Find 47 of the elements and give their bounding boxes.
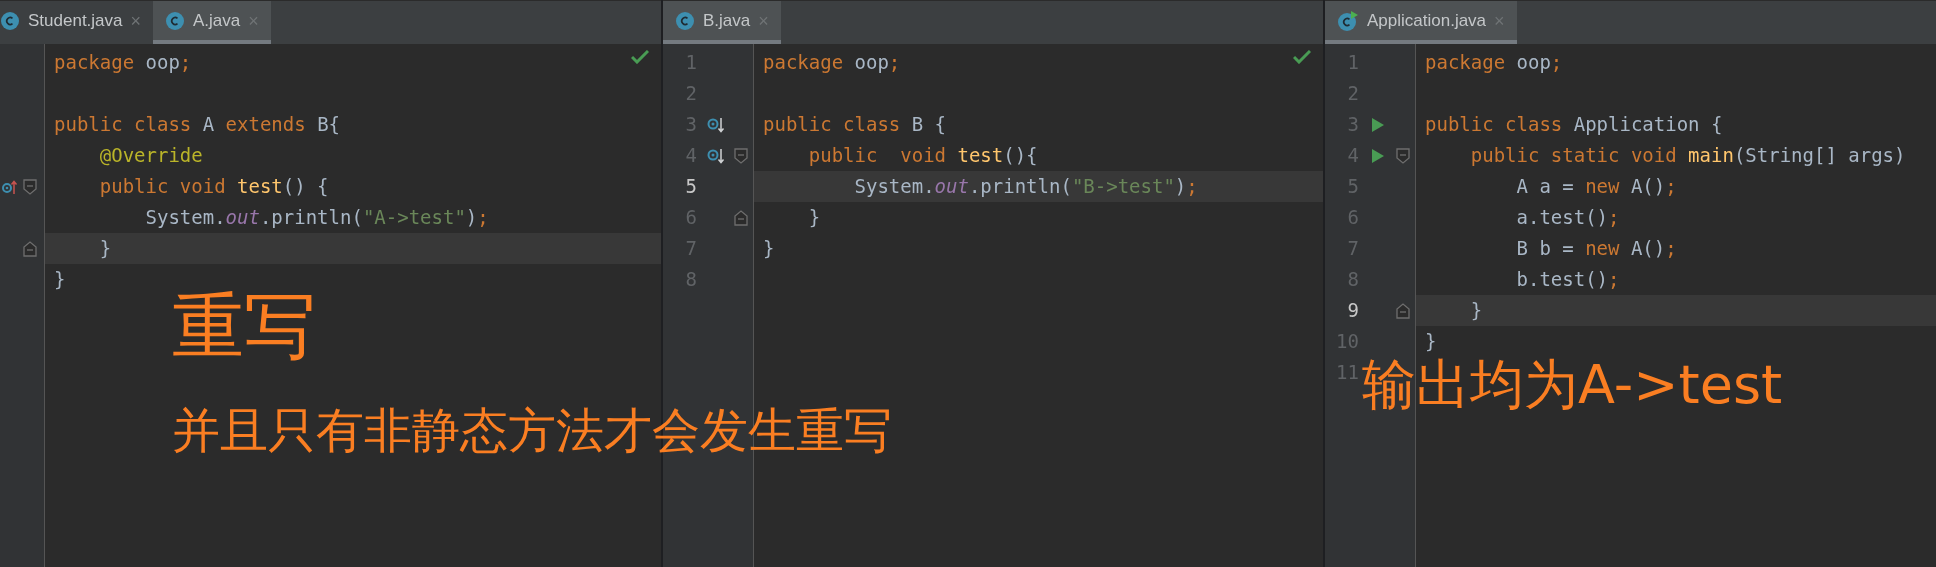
code-line: package oop; [1425, 50, 1563, 76]
code-line: public class A extends B{ [54, 112, 340, 138]
code-line: } [763, 236, 775, 262]
class-icon [675, 10, 695, 31]
code-line: public class B { [763, 112, 947, 138]
code-line: B b = new A(); [1515, 236, 1677, 262]
check-icon[interactable] [631, 50, 649, 64]
code-line: A a = new A(); [1515, 174, 1677, 200]
code-line: public void test() { [98, 174, 329, 200]
code-line: } [1469, 298, 1483, 324]
code-line: } [1425, 329, 1437, 355]
fold-icon[interactable] [1396, 147, 1410, 164]
class-icon [165, 10, 186, 31]
fold-icon[interactable] [1396, 302, 1410, 319]
annotation-text: 并且只有非静态方法才会发生重写 [172, 406, 892, 454]
code-line: } [98, 236, 112, 262]
code-line: b.test(); [1515, 267, 1620, 293]
code-line: } [54, 267, 66, 293]
run-icon[interactable] [1371, 147, 1385, 164]
fold-icon[interactable] [734, 209, 748, 226]
editor-tab[interactable]: B.java × [663, 1, 781, 44]
runnable-class-icon [1337, 9, 1359, 32]
code-line: public class Application { [1425, 112, 1723, 138]
annotation-text: 输出均为A->test [1362, 358, 1783, 412]
line-number: 5 [684, 174, 698, 200]
code-line: System.out.println("B->test"); [853, 174, 1198, 200]
annotation-text: 重写 [172, 290, 316, 362]
editor-tab[interactable]: Application.java × [1325, 1, 1517, 44]
overridden-method-icon[interactable] [707, 146, 725, 165]
code-line: a.test(); [1515, 205, 1620, 231]
code-line: package oop; [763, 50, 901, 76]
run-icon[interactable] [1371, 116, 1385, 133]
overrides-method-icon[interactable] [2, 178, 18, 195]
code-line: @Override [98, 143, 203, 169]
line-number: 9 [1346, 298, 1360, 324]
fold-icon[interactable] [23, 240, 37, 257]
overridden-method-icon[interactable] [707, 115, 725, 134]
editor-tab[interactable]: A.java × [153, 1, 271, 44]
code-line: System.out.println("A->test"); [144, 205, 489, 231]
code-line: public static void main(String[] args) [1469, 143, 1906, 169]
code-line: } [807, 205, 821, 231]
fold-icon[interactable] [734, 147, 748, 164]
check-icon[interactable] [1293, 50, 1311, 64]
class-icon [0, 10, 20, 31]
fold-icon[interactable] [23, 178, 37, 195]
code-line: package oop; [54, 50, 192, 76]
code-line: public void test(){ [807, 143, 1038, 169]
